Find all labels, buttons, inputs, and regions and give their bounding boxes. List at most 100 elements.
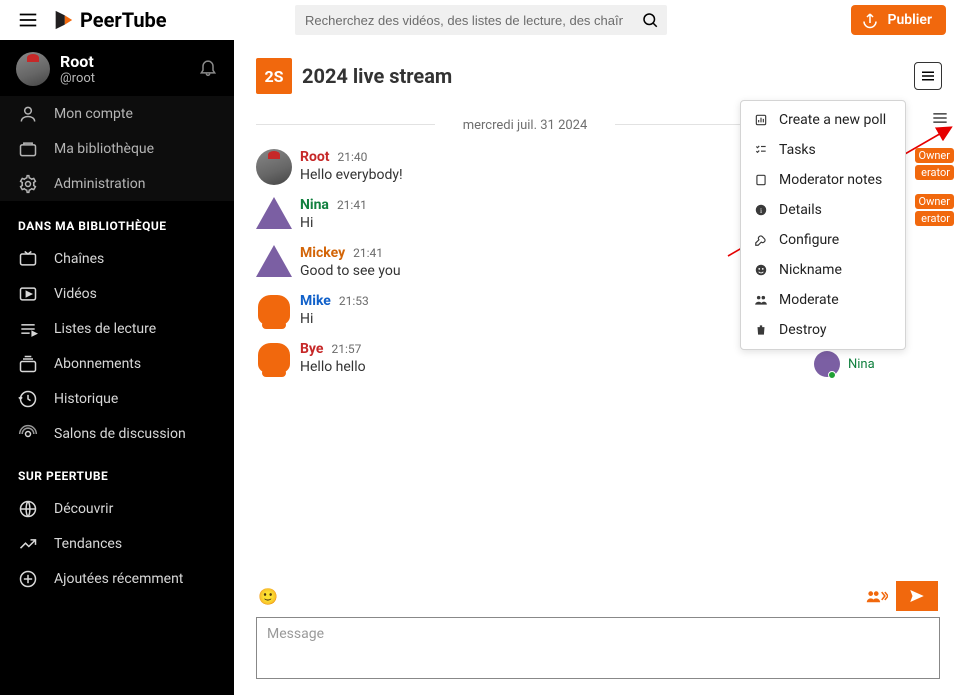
menu-moderator-notes[interactable]: Moderator notes [741, 165, 905, 195]
message-avatar [256, 149, 292, 185]
nav-history[interactable]: Historique [0, 381, 234, 416]
nickname-icon [753, 262, 769, 278]
participant-name: Nina [848, 357, 875, 372]
nav-trends[interactable]: Tendances [0, 526, 234, 561]
menu-label: Create a new poll [779, 112, 886, 128]
menu-label: Moderator notes [779, 172, 882, 188]
nav-channels[interactable]: Chaînes [0, 241, 234, 276]
message-author: Mickey [300, 245, 345, 261]
message-list: mercredi juil. 31 2024 Root21:40 Hello e… [256, 94, 812, 575]
message-text: Hi [300, 311, 794, 327]
nav-heading-library: DANS MA BIBLIOTHÈQUE [0, 201, 234, 241]
nav-recent-label: Ajoutées récemment [54, 571, 183, 587]
notifications-icon[interactable] [198, 57, 218, 81]
role-badge: erator [915, 211, 954, 226]
nav-trends-label: Tendances [54, 536, 122, 552]
nav-recent[interactable]: Ajoutées récemment [0, 561, 234, 596]
role-badge: Owner [915, 194, 954, 209]
details-icon: i [753, 202, 769, 218]
sidebar: Root @root Mon compte Ma bibliothèque Ad… [0, 40, 234, 695]
nav-subscriptions-label: Abonnements [54, 356, 141, 372]
menu-destroy[interactable]: Destroy [741, 315, 905, 345]
hamburger-menu[interactable] [8, 0, 48, 40]
nav-library[interactable]: Ma bibliothèque [0, 131, 234, 166]
nav-discover[interactable]: Découvrir [0, 491, 234, 526]
menu-details[interactable]: i Details [741, 195, 905, 225]
user-avatar [16, 52, 50, 86]
participants-menu-button[interactable] [926, 104, 954, 132]
message-avatar [256, 245, 292, 281]
tasks-icon [753, 142, 769, 158]
destroy-icon [753, 322, 769, 338]
message-avatar [256, 293, 292, 329]
menu-nickname[interactable]: Nickname [741, 255, 905, 285]
message-row: Root 21:40 Hello everybody! [256, 143, 794, 191]
menu-label: Moderate [779, 292, 839, 308]
message-time: 21:40 [338, 150, 368, 164]
menu-label: Configure [779, 232, 839, 248]
publish-button[interactable]: Publier [851, 5, 946, 35]
message-time: 21:57 [331, 342, 361, 356]
participant-row[interactable]: Nina [814, 348, 954, 380]
nav-playlists[interactable]: Listes de lecture [0, 311, 234, 346]
menu-label: Nickname [779, 262, 842, 278]
nav-admin[interactable]: Administration [0, 166, 234, 201]
menu-label: Tasks [779, 142, 816, 158]
user-display-name: Root [60, 52, 95, 71]
send-button[interactable] [896, 581, 938, 611]
nav-heading-peertube: SUR PEERTUBE [0, 451, 234, 491]
emoji-button[interactable]: 🙂 [258, 587, 278, 606]
moderate-icon [753, 292, 769, 308]
message-avatar [256, 341, 292, 377]
message-author: Mike [300, 293, 331, 309]
brand-name: PeerTube [80, 8, 167, 32]
menu-tasks[interactable]: Tasks [741, 135, 905, 165]
search-bar [295, 5, 667, 35]
nav-channels-label: Chaînes [54, 251, 104, 267]
message-text: Hello everybody! [300, 167, 794, 183]
message-text: Hello hello [300, 359, 794, 375]
room-title: 2024 live stream [302, 64, 452, 88]
role-badge: erator [915, 165, 954, 180]
svg-text:i: i [760, 206, 762, 215]
nav-playlists-label: Listes de lecture [54, 321, 156, 337]
message-author: Root [300, 149, 330, 165]
room-menu-button[interactable] [914, 62, 942, 90]
notes-icon [753, 172, 769, 188]
chat-content: 2S 2024 live stream mercredi juil. 31 20… [234, 40, 962, 695]
nav-discover-label: Découvrir [54, 501, 113, 517]
nav-account-label: Mon compte [54, 106, 133, 122]
menu-label: Destroy [779, 322, 827, 338]
nav-videos-label: Vidéos [54, 286, 97, 302]
search-button[interactable] [633, 5, 667, 35]
message-row: Bye 21:57 Hello hello [256, 335, 794, 383]
menu-create-poll[interactable]: Create a new poll [741, 105, 905, 135]
participants-toggle-button[interactable] [858, 587, 896, 605]
message-row: Nina21:41 Hi [256, 191, 794, 239]
current-user[interactable]: Root @root [0, 40, 234, 96]
poll-icon [753, 112, 769, 128]
user-handle: @root [60, 71, 95, 86]
menu-moderate[interactable]: Moderate [741, 285, 905, 315]
brand-logo[interactable]: PeerTube [52, 8, 167, 32]
nav-videos[interactable]: Vidéos [0, 276, 234, 311]
message-row: Mickey21:41 Good to see you [256, 239, 794, 287]
menu-configure[interactable]: Configure [741, 225, 905, 255]
message-time: 21:41 [353, 246, 383, 260]
configure-icon [753, 232, 769, 248]
publish-label: Publier [887, 12, 932, 28]
role-badge: Owner [915, 148, 954, 163]
message-time: 21:53 [339, 294, 369, 308]
message-row: Mike 21:53 Hi [256, 287, 794, 335]
nav-admin-label: Administration [54, 176, 145, 192]
message-input[interactable] [256, 617, 940, 679]
message-time: 21:41 [337, 198, 367, 212]
nav-subscriptions[interactable]: Abonnements [0, 346, 234, 381]
menu-label: Details [779, 202, 822, 218]
nav-account[interactable]: Mon compte [0, 96, 234, 131]
nav-chatrooms[interactable]: Salons de discussion [0, 416, 234, 451]
message-author: Nina [300, 197, 329, 213]
nav-chatrooms-label: Salons de discussion [54, 426, 186, 442]
search-input[interactable] [295, 13, 633, 28]
message-author: Bye [300, 341, 323, 357]
